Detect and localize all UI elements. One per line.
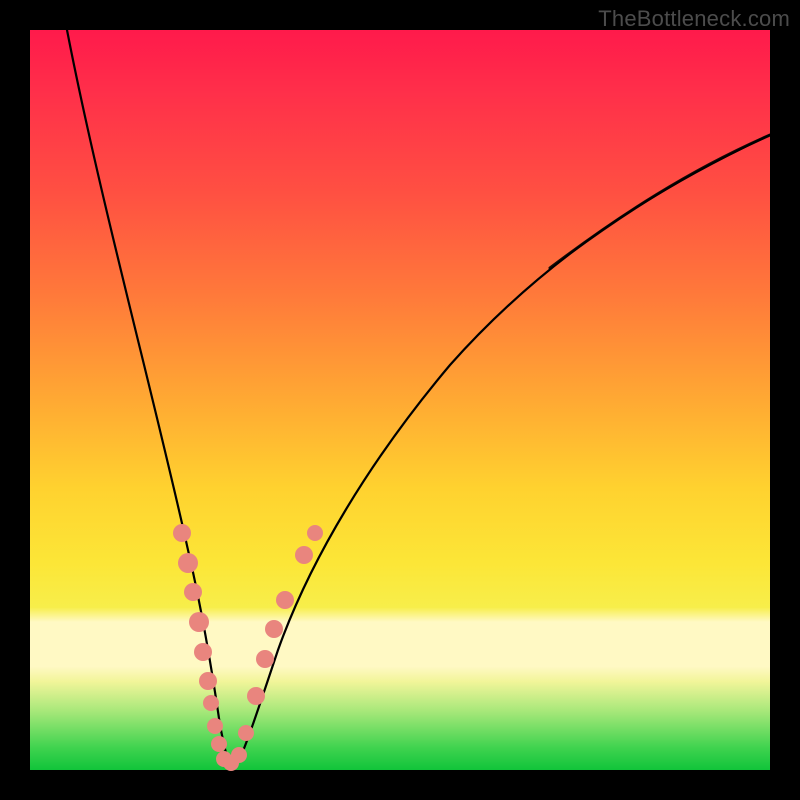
left-dot-9 — [211, 736, 227, 752]
vertex-dot-3 — [231, 747, 247, 763]
right-dot-5 — [276, 591, 294, 609]
left-dot-8 — [207, 718, 223, 734]
left-dot-6 — [199, 672, 217, 690]
right-dot-6 — [295, 546, 313, 564]
right-dot-3 — [256, 650, 274, 668]
right-dot-2 — [247, 687, 265, 705]
left-dot-3 — [184, 583, 202, 601]
watermark-text: TheBottleneck.com — [598, 6, 790, 32]
right-dot-7 — [307, 525, 323, 541]
curve-svg — [30, 30, 770, 770]
right-dot-1 — [238, 725, 254, 741]
left-dot-2 — [178, 553, 198, 573]
outer-frame: TheBottleneck.com — [0, 0, 800, 800]
left-dot-1 — [173, 524, 191, 542]
left-dot-7 — [203, 695, 219, 711]
bottleneck-curve-right-thick — [550, 135, 770, 268]
plot-area — [30, 30, 770, 770]
right-dot-4 — [265, 620, 283, 638]
left-dot-4 — [189, 612, 209, 632]
bottleneck-curve-path — [67, 30, 770, 764]
data-dots — [173, 524, 323, 771]
left-dot-5 — [194, 643, 212, 661]
